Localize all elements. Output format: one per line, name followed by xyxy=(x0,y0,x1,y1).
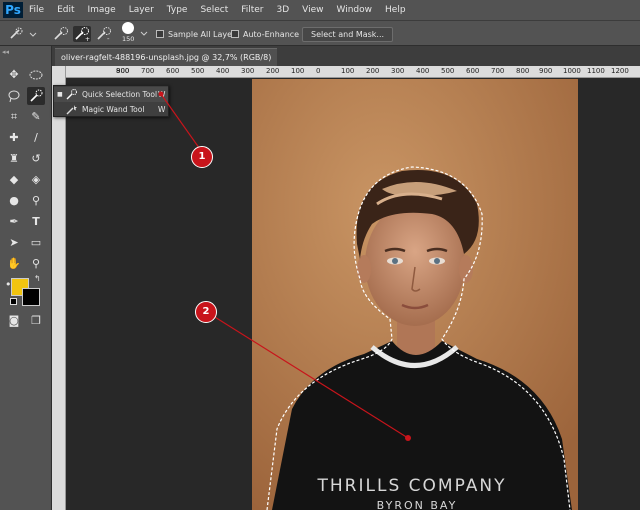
annotation-lines xyxy=(158,91,411,441)
callout-badge-1: 1 xyxy=(191,146,213,168)
callout-badge-2: 2 xyxy=(195,301,217,323)
